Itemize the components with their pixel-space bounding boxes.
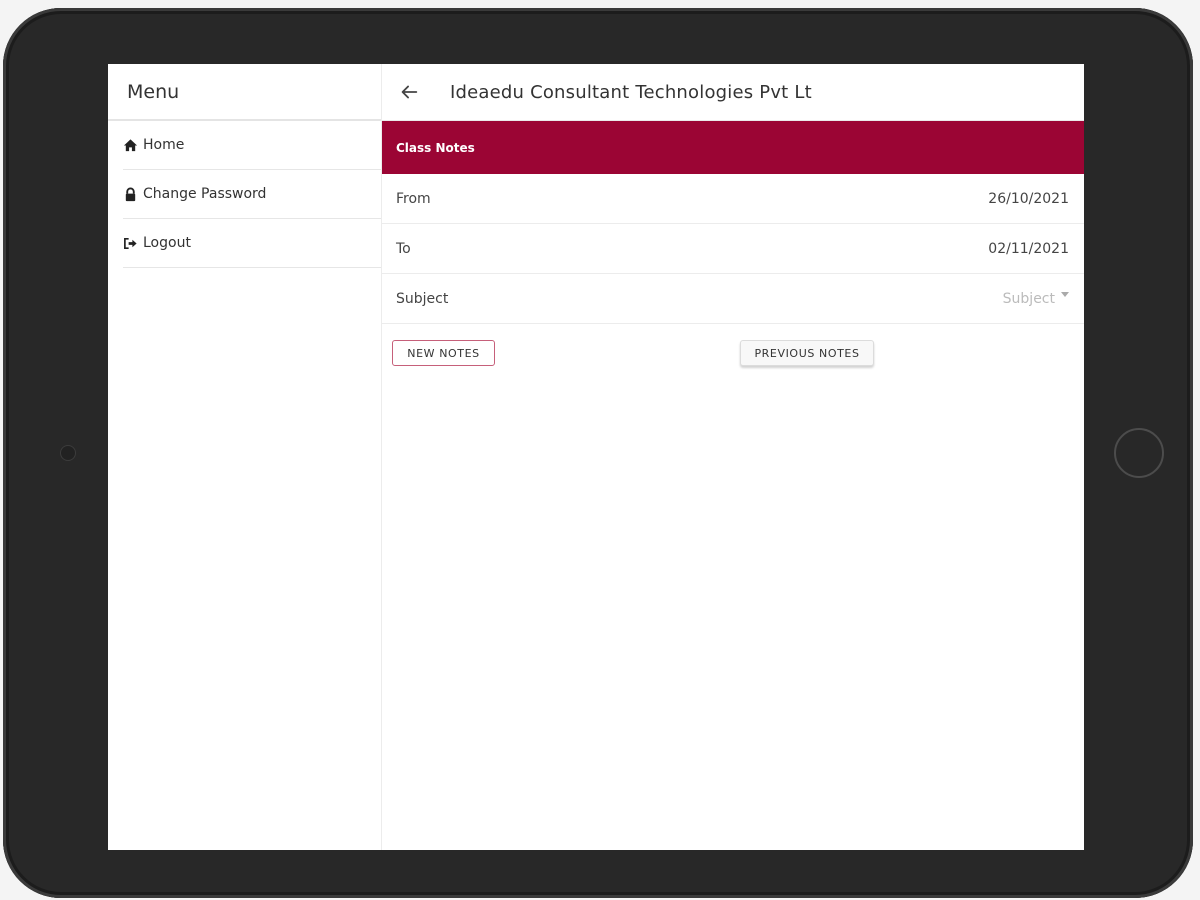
sidebar-item-label: Home (143, 137, 185, 153)
subject-row: Subject Subject (382, 274, 1084, 324)
sidebar-item-home[interactable]: Home (123, 121, 381, 170)
to-label: To (396, 240, 411, 257)
home-button-icon[interactable] (1114, 428, 1164, 478)
sidebar-item-label: Logout (143, 235, 191, 251)
lock-icon (125, 187, 136, 201)
sidebar: Menu Home Change Password Logout (108, 64, 382, 850)
subject-placeholder: Subject (1002, 290, 1055, 307)
from-date-field[interactable]: 26/10/2021 (988, 191, 1069, 207)
to-date-row: To 02/11/2021 (382, 224, 1084, 274)
from-date-row: From 26/10/2021 (382, 174, 1084, 224)
sidebar-item-label: Change Password (143, 186, 267, 202)
sidebar-item-change-password[interactable]: Change Password (123, 170, 381, 219)
sidebar-title: Menu (108, 64, 381, 121)
logout-icon (124, 237, 137, 249)
new-notes-button[interactable]: NEW NOTES (392, 340, 495, 366)
subject-label: Subject (396, 290, 449, 307)
app-screen: Menu Home Change Password Logout Ideaedu… (108, 64, 1084, 850)
previous-notes-button[interactable]: PREVIOUS NOTES (740, 340, 874, 366)
topbar: Ideaedu Consultant Technologies Pvt Lt (382, 64, 1084, 121)
main-content: Ideaedu Consultant Technologies Pvt Lt C… (382, 64, 1084, 850)
button-bar: NEW NOTES PREVIOUS NOTES (382, 324, 1084, 384)
back-arrow-icon[interactable] (398, 81, 420, 103)
from-label: From (396, 190, 431, 207)
to-date-field[interactable]: 02/11/2021 (988, 241, 1069, 257)
camera-icon (61, 446, 75, 460)
caret-down-icon (1061, 292, 1069, 297)
home-icon (123, 138, 138, 151)
section-banner: Class Notes (382, 121, 1084, 174)
subject-select[interactable]: Subject (1003, 291, 1069, 307)
sidebar-item-logout[interactable]: Logout (123, 219, 381, 268)
page-title: Ideaedu Consultant Technologies Pvt Lt (450, 81, 812, 103)
menu-list: Home Change Password Logout (123, 121, 381, 268)
